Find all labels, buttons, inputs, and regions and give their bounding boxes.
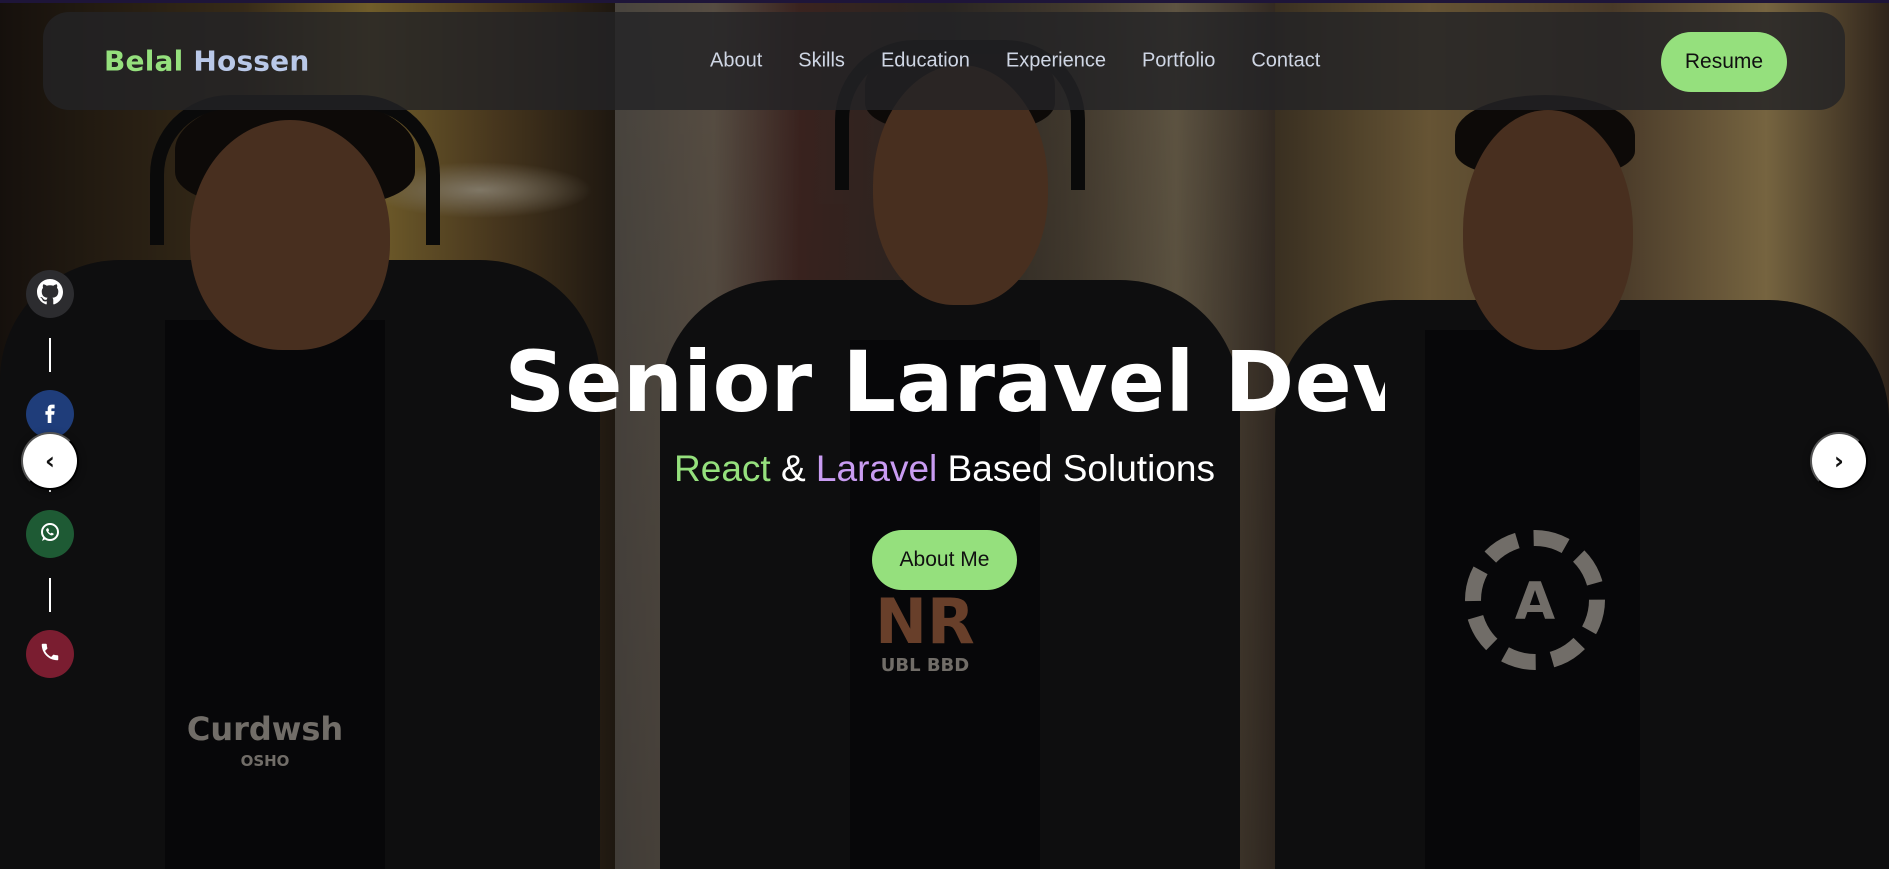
nav-link-contact[interactable]: Contact	[1251, 50, 1320, 73]
hero-subtitle: React & Laravel Based Solutions	[0, 448, 1889, 490]
brand-last-name: Hossen	[193, 44, 310, 78]
whatsapp-link[interactable]	[26, 510, 74, 558]
carousel-next-button[interactable]: ›	[1810, 432, 1868, 490]
subtitle-rest: Based Solutions	[937, 448, 1215, 489]
facebook-link[interactable]	[26, 390, 74, 438]
carousel-prev-button[interactable]: ‹	[21, 432, 79, 490]
subtitle-amp: &	[770, 448, 816, 489]
nav-link-skills[interactable]: Skills	[798, 50, 845, 73]
chevron-right-icon: ›	[1834, 447, 1844, 475]
resume-button[interactable]: Resume	[1661, 32, 1787, 92]
subtitle-react: React	[674, 448, 771, 489]
hero-title-text: Senior Laravel Developer	[504, 333, 1385, 431]
hero-section: Curdwsh OSHO NR UBL BBD A Belal Hossen A…	[0, 0, 1889, 869]
github-icon	[37, 279, 63, 309]
nav-link-experience[interactable]: Experience	[1006, 50, 1106, 73]
social-divider-1	[49, 338, 51, 372]
brand-first-name: Belal	[104, 44, 184, 78]
nav-links: About Skills Education Experience Portfo…	[710, 50, 1356, 73]
brand-logo[interactable]: Belal Hossen	[104, 45, 310, 78]
phone-link[interactable]	[26, 630, 74, 678]
nav-link-portfolio[interactable]: Portfolio	[1142, 50, 1215, 73]
social-divider-3	[49, 578, 51, 612]
facebook-icon	[39, 401, 61, 427]
navbar: Belal Hossen About Skills Education Expe…	[43, 12, 1845, 110]
subtitle-laravel: Laravel	[815, 448, 938, 489]
nav-link-education[interactable]: Education	[881, 50, 970, 73]
hero-title: Senior Laravel Developer	[0, 333, 1889, 451]
github-link[interactable]	[26, 270, 74, 318]
whatsapp-icon	[38, 520, 62, 548]
phone-icon	[39, 641, 61, 667]
nav-link-about[interactable]: About	[710, 50, 762, 73]
chevron-left-icon: ‹	[45, 447, 55, 475]
about-me-button[interactable]: About Me	[872, 530, 1017, 590]
